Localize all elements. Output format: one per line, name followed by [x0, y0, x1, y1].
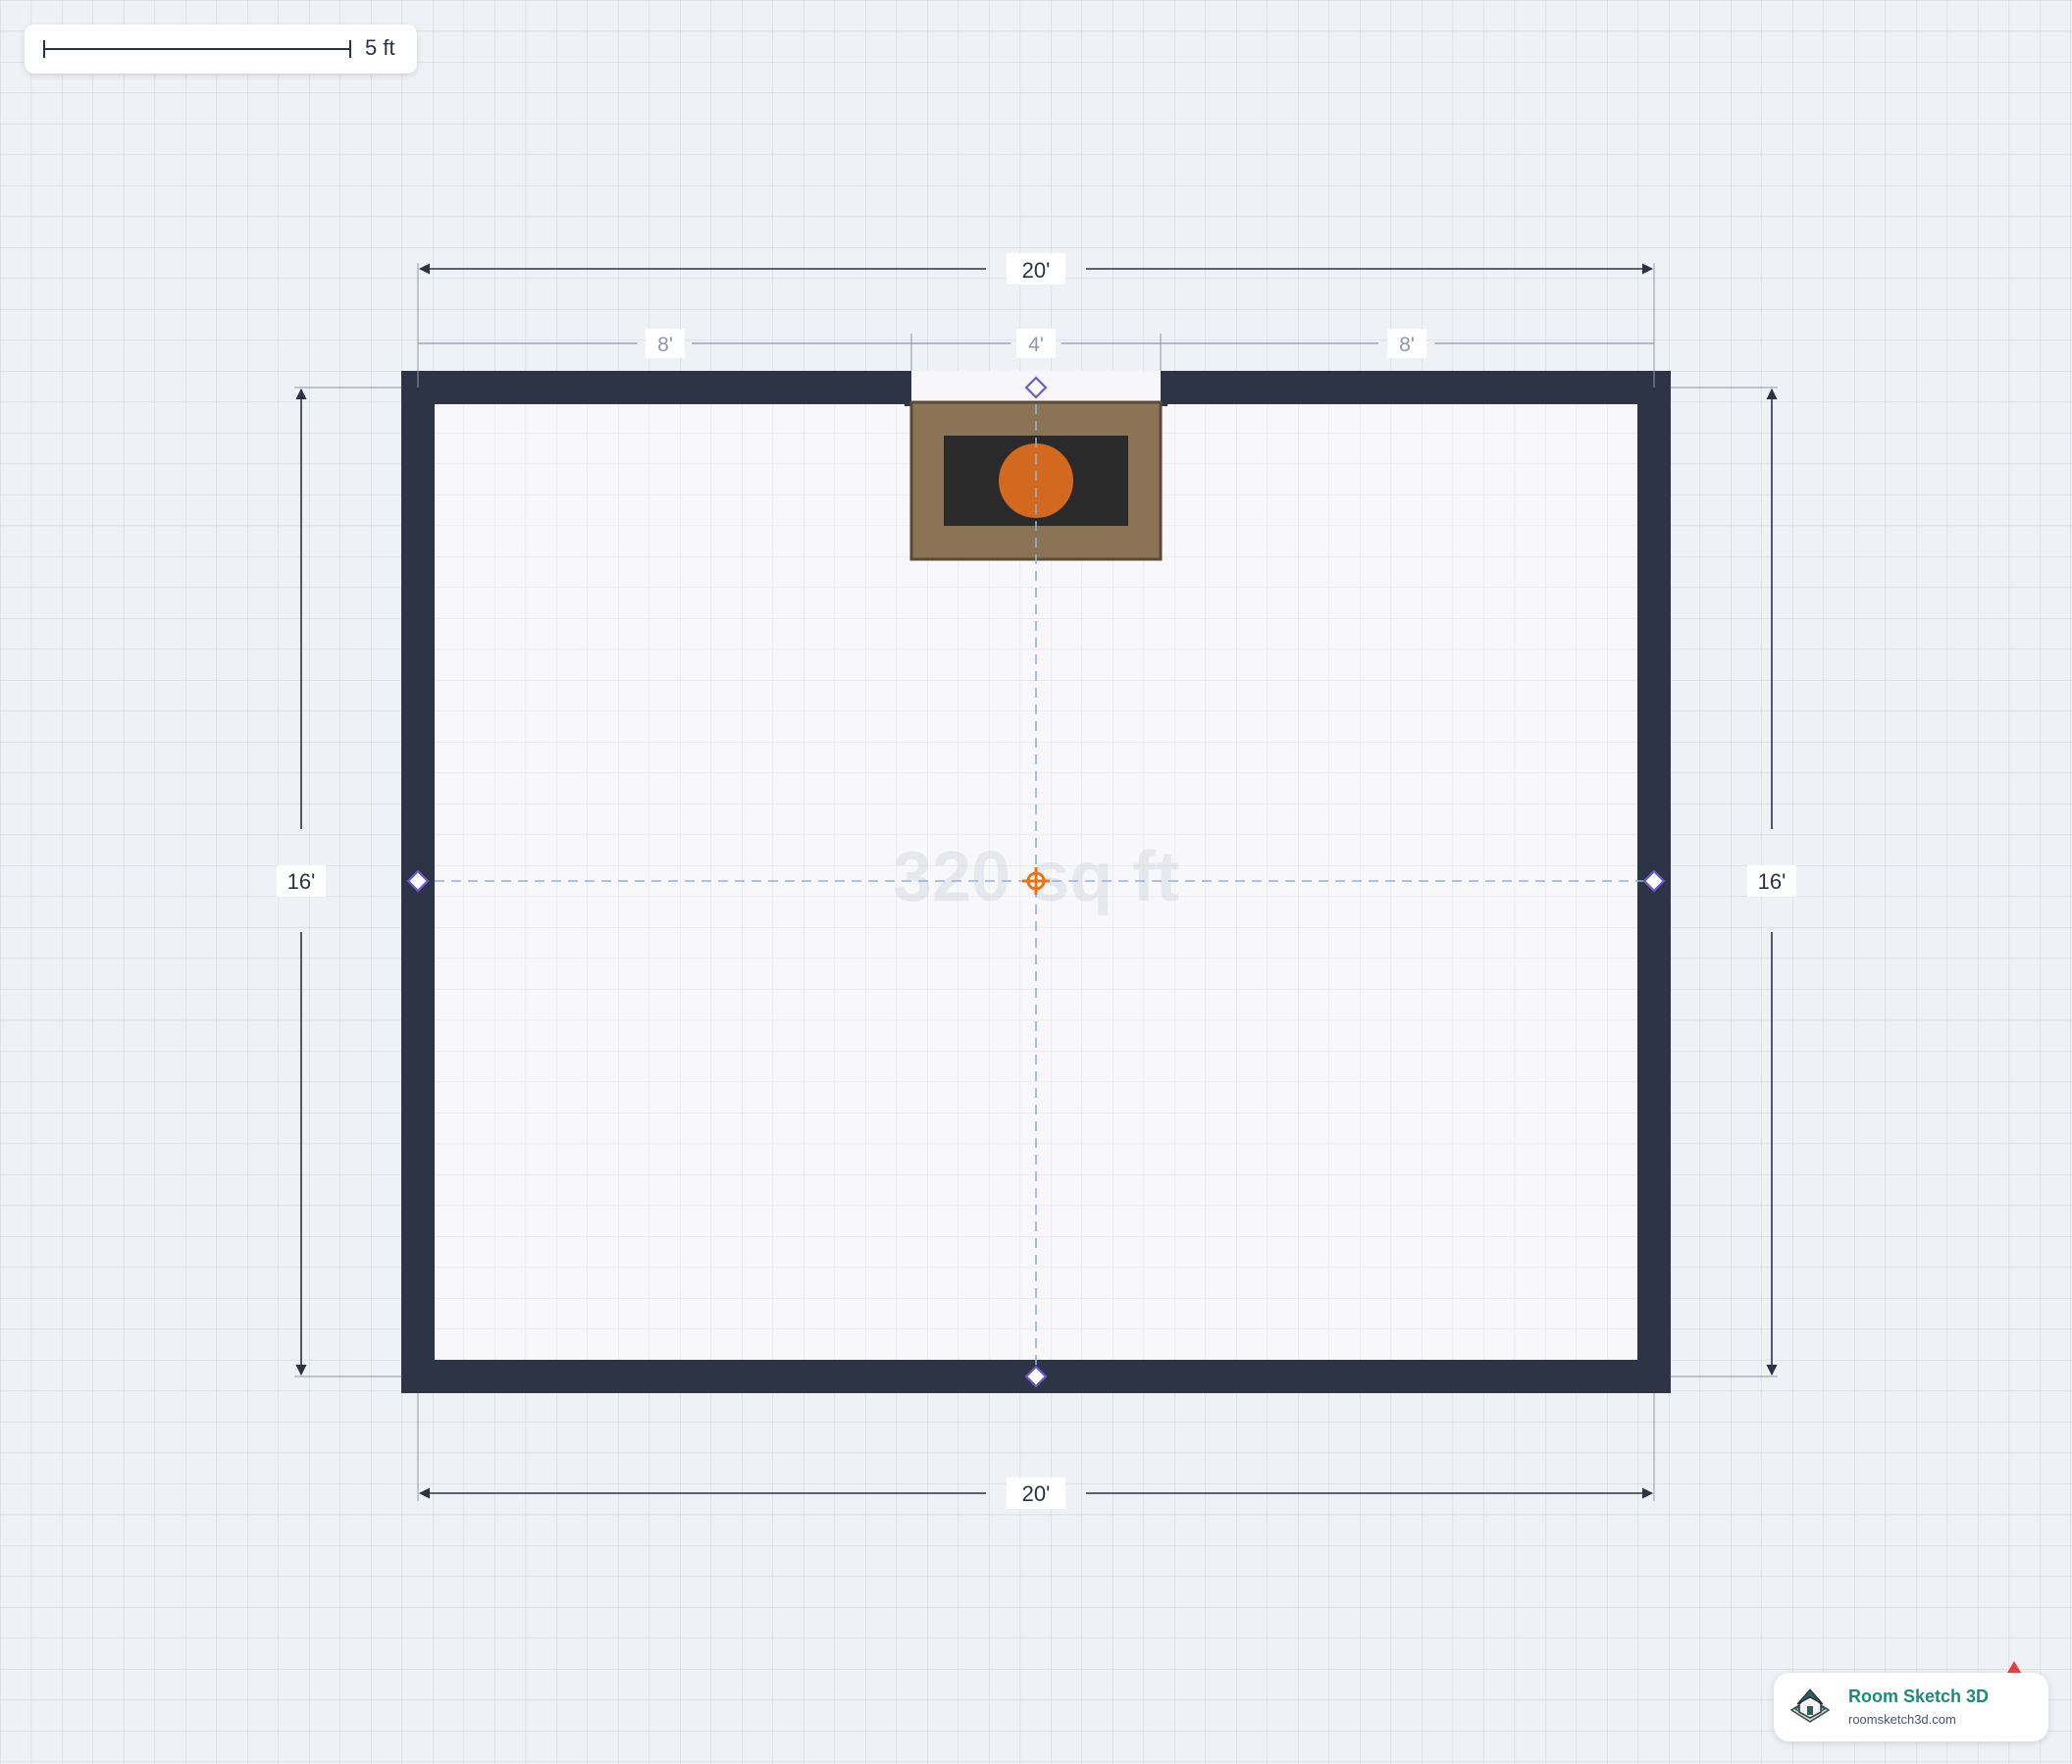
scale-ruler-icon	[43, 40, 351, 58]
flag-icon-stem	[2013, 1673, 2016, 1702]
brand-url[interactable]: roomsketch3d.com	[1848, 1712, 1956, 1727]
dimension-label: 20'	[1022, 258, 1051, 283]
brand-name: Room Sketch 3D	[1848, 1686, 1990, 1706]
dimension-label: 16'	[1758, 869, 1787, 894]
scale-bar: 5 ft	[25, 25, 417, 74]
dimension-label: 4'	[1028, 334, 1044, 356]
scale-label: 5 ft	[365, 35, 395, 60]
floor-plan-canvas[interactable]: 320 sq ft 20' 8' 4' 8' 20' 16' 16'	[0, 0, 2072, 1764]
dimension-label: 8'	[657, 334, 673, 356]
dimension-label: 16'	[287, 869, 316, 894]
house-logo-icon	[1789, 1688, 1831, 1723]
brand-badge[interactable]: Room Sketch 3D roomsketch3d.com	[1774, 1661, 2048, 1741]
flag-icon	[2007, 1661, 2021, 1673]
dimension-label: 8'	[1399, 334, 1415, 356]
dimension-label: 20'	[1022, 1481, 1051, 1506]
wall-top-left[interactable]	[401, 371, 911, 404]
wall-top-right[interactable]	[1161, 371, 1671, 404]
